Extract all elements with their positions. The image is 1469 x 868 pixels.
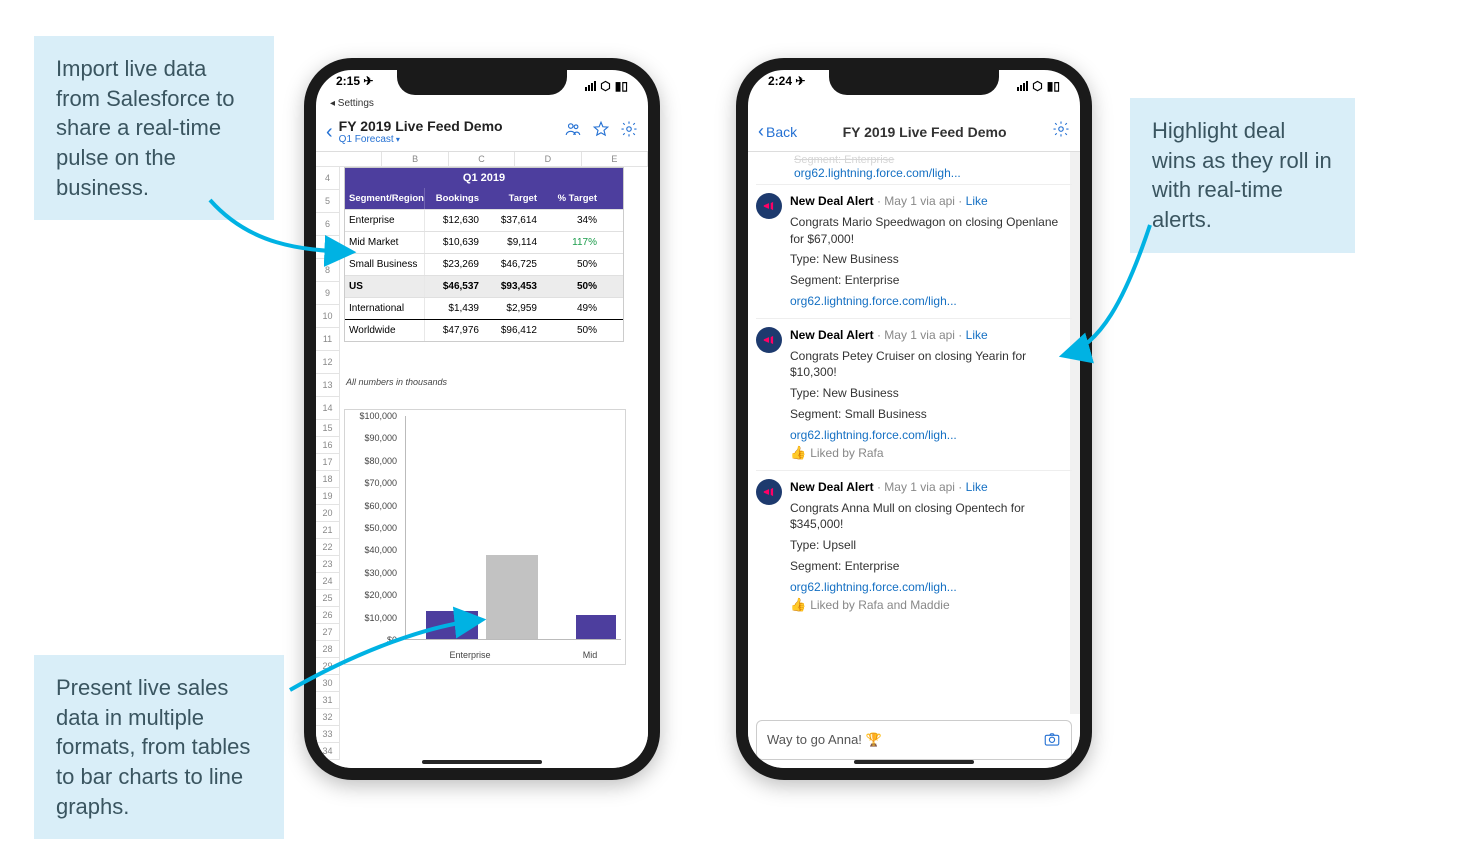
chart-bar (486, 555, 538, 639)
composer-text: Way to go Anna! 🏆 (767, 732, 882, 748)
doc-title: FY 2019 Live Feed Demo (803, 124, 1046, 140)
chart-plot-area (405, 416, 621, 640)
phone-feed: 2:24 ✈︎ ⬡ ▮▯ ‹Back FY 2019 Live Feed Dem… (736, 58, 1092, 780)
callout-deal-wins: Highlight deal wins as they roll in with… (1130, 98, 1355, 253)
deal-link[interactable]: org62.lightning.force.com/ligh... (790, 428, 957, 442)
chart-bar (426, 611, 478, 639)
feed-post: New Deal Alert · May 1 via api · LikeCon… (756, 184, 1072, 318)
phone-notch (397, 69, 567, 95)
table-row[interactable]: Small Business$23,269$46,72550% (345, 253, 623, 275)
status-time: 2:15 ✈︎ (336, 74, 373, 98)
deal-link[interactable]: org62.lightning.force.com/ligh... (794, 166, 961, 180)
row-numbers: 4567891011121314151617181920212223242526… (316, 167, 340, 760)
chart-x-label: Enterprise (415, 650, 525, 660)
callout-import-data: Import live data from Salesforce to shar… (34, 36, 274, 220)
signal-icon (585, 81, 596, 91)
back-button[interactable]: ‹ (326, 122, 333, 142)
deal-link[interactable]: org62.lightning.force.com/ligh... (790, 294, 957, 308)
phone-spreadsheet: 2:15 ✈︎ ⬡ ▮▯ ◂ Settings ‹ FY 2019 Live F… (304, 58, 660, 780)
table-row[interactable]: Enterprise$12,630$37,61434% (345, 209, 623, 231)
star-icon[interactable] (592, 120, 610, 143)
like-link[interactable]: Like (966, 480, 988, 494)
feed-post: New Deal Alert · May 1 via api · LikeCon… (756, 470, 1072, 622)
wifi-icon: ⬡ (600, 79, 610, 93)
thumbs-up-icon: 👍 (790, 597, 806, 612)
like-link[interactable]: Like (966, 194, 988, 208)
alert-avatar-icon (756, 479, 782, 505)
chart-y-axis: $100,000$90,000$80,000$70,000$60,000$50,… (345, 416, 401, 640)
deal-link[interactable]: org62.lightning.force.com/ligh... (790, 580, 957, 594)
doc-title: FY 2019 Live Feed Demo (339, 118, 558, 134)
wifi-icon: ⬡ (1032, 79, 1042, 93)
table-footnote: All numbers in thousands (346, 377, 447, 387)
home-indicator[interactable] (422, 760, 542, 764)
table-row[interactable]: Mid Market$10,639$9,114117% (345, 231, 623, 253)
feed-scroll-area[interactable]: Segment: Enterprise org62.lightning.forc… (748, 152, 1080, 714)
table-row[interactable]: International$1,439$2,95949% (345, 297, 623, 319)
breadcrumb-settings[interactable]: ◂ Settings (330, 98, 374, 109)
chart-bar (576, 615, 616, 639)
camera-icon[interactable] (1043, 730, 1061, 751)
home-indicator[interactable] (854, 760, 974, 764)
alert-avatar-icon (756, 327, 782, 353)
phone-notch (829, 69, 999, 95)
callout-present-formats: Present live sales data in multiple form… (34, 655, 284, 839)
table-row[interactable]: US$46,537$93,45350% (345, 275, 623, 297)
column-letters: B C D E (316, 152, 648, 167)
feed-post: New Deal Alert · May 1 via api · LikeCon… (756, 318, 1072, 470)
gear-icon[interactable] (1052, 120, 1070, 143)
table-title: Q1 2019 (345, 168, 623, 188)
table-row[interactable]: Worldwide$47,976$96,41250% (345, 319, 623, 341)
battery-icon: ▮▯ (1047, 79, 1060, 93)
share-people-icon[interactable] (564, 120, 582, 143)
doc-header: ‹Back FY 2019 Live Feed Demo (748, 112, 1080, 152)
alert-avatar-icon (756, 193, 782, 219)
post-clipped: Segment: Enterprise org62.lightning.forc… (756, 152, 1072, 184)
table-header-row: Segment/Region Bookings Target % Target (345, 188, 623, 209)
doc-header: ‹ FY 2019 Live Feed Demo Q1 Forecast (316, 112, 648, 152)
battery-icon: ▮▯ (615, 79, 628, 93)
thumbs-up-icon: 👍 (790, 445, 806, 460)
forecast-table: Q1 2019 Segment/Region Bookings Target %… (344, 167, 624, 342)
like-link[interactable]: Like (966, 328, 988, 342)
bar-chart: $100,000$90,000$80,000$70,000$60,000$50,… (344, 409, 626, 665)
chart-x-label: Mid (565, 650, 615, 660)
status-time: 2:24 ✈︎ (768, 74, 805, 98)
signal-icon (1017, 81, 1028, 91)
back-button[interactable]: ‹Back (758, 121, 797, 142)
sheet-tab-selector[interactable]: Q1 Forecast (339, 134, 558, 145)
comment-composer[interactable]: Way to go Anna! 🏆 (756, 720, 1072, 760)
gear-icon[interactable] (620, 120, 638, 143)
